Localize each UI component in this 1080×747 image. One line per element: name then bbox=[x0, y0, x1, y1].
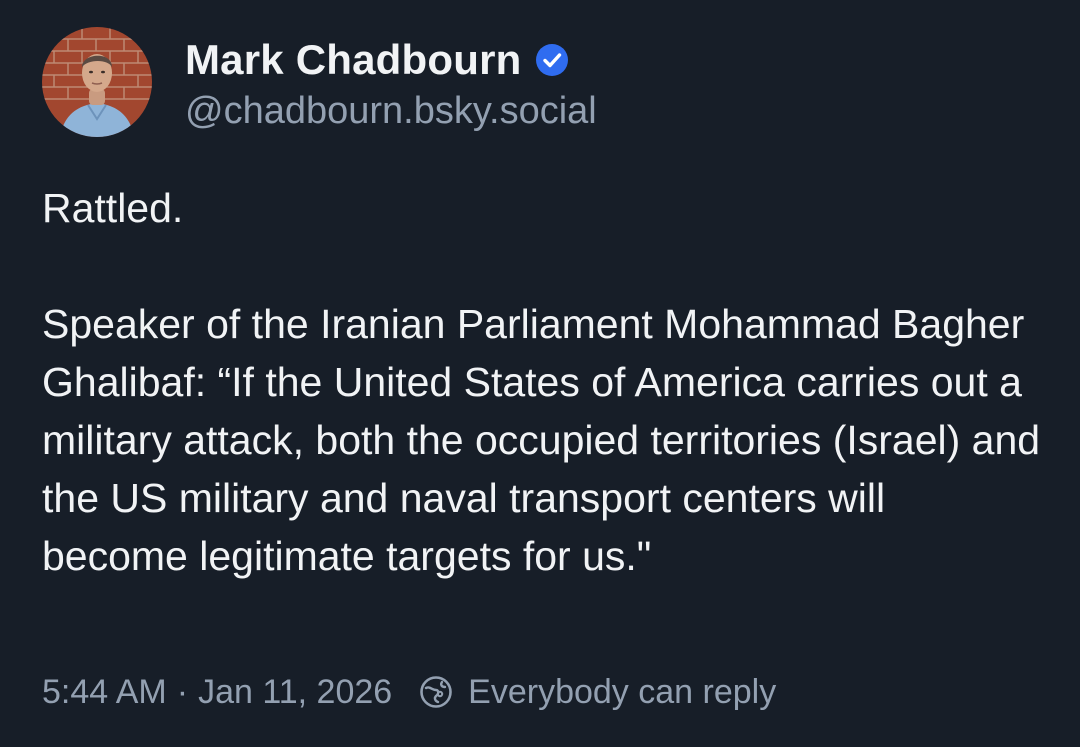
verified-badge-icon[interactable] bbox=[535, 43, 569, 77]
globe-icon bbox=[418, 674, 454, 710]
post-text: Rattled. Speaker of the Iranian Parliame… bbox=[42, 185, 1041, 579]
author-handle[interactable]: @chadbourn.bsky.social bbox=[185, 90, 597, 133]
avatar-image bbox=[42, 27, 152, 137]
post-date[interactable]: Jan 11, 2026 bbox=[198, 673, 392, 712]
post-card: Mark Chadbourn @chadbourn.bsky.social Ra… bbox=[0, 0, 1080, 747]
post-meta: 5:44 AM · Jan 11, 2026 Everybody can rep… bbox=[42, 667, 776, 717]
avatar[interactable] bbox=[42, 27, 152, 137]
reply-setting[interactable]: Everybody can reply bbox=[468, 673, 776, 712]
author-info: Mark Chadbourn @chadbourn.bsky.social bbox=[185, 32, 597, 133]
display-name[interactable]: Mark Chadbourn bbox=[185, 36, 521, 84]
meta-separator: · bbox=[176, 672, 189, 711]
display-name-row: Mark Chadbourn bbox=[185, 32, 597, 88]
post-time[interactable]: 5:44 AM bbox=[42, 673, 167, 712]
post-header: Mark Chadbourn @chadbourn.bsky.social bbox=[42, 27, 1038, 137]
